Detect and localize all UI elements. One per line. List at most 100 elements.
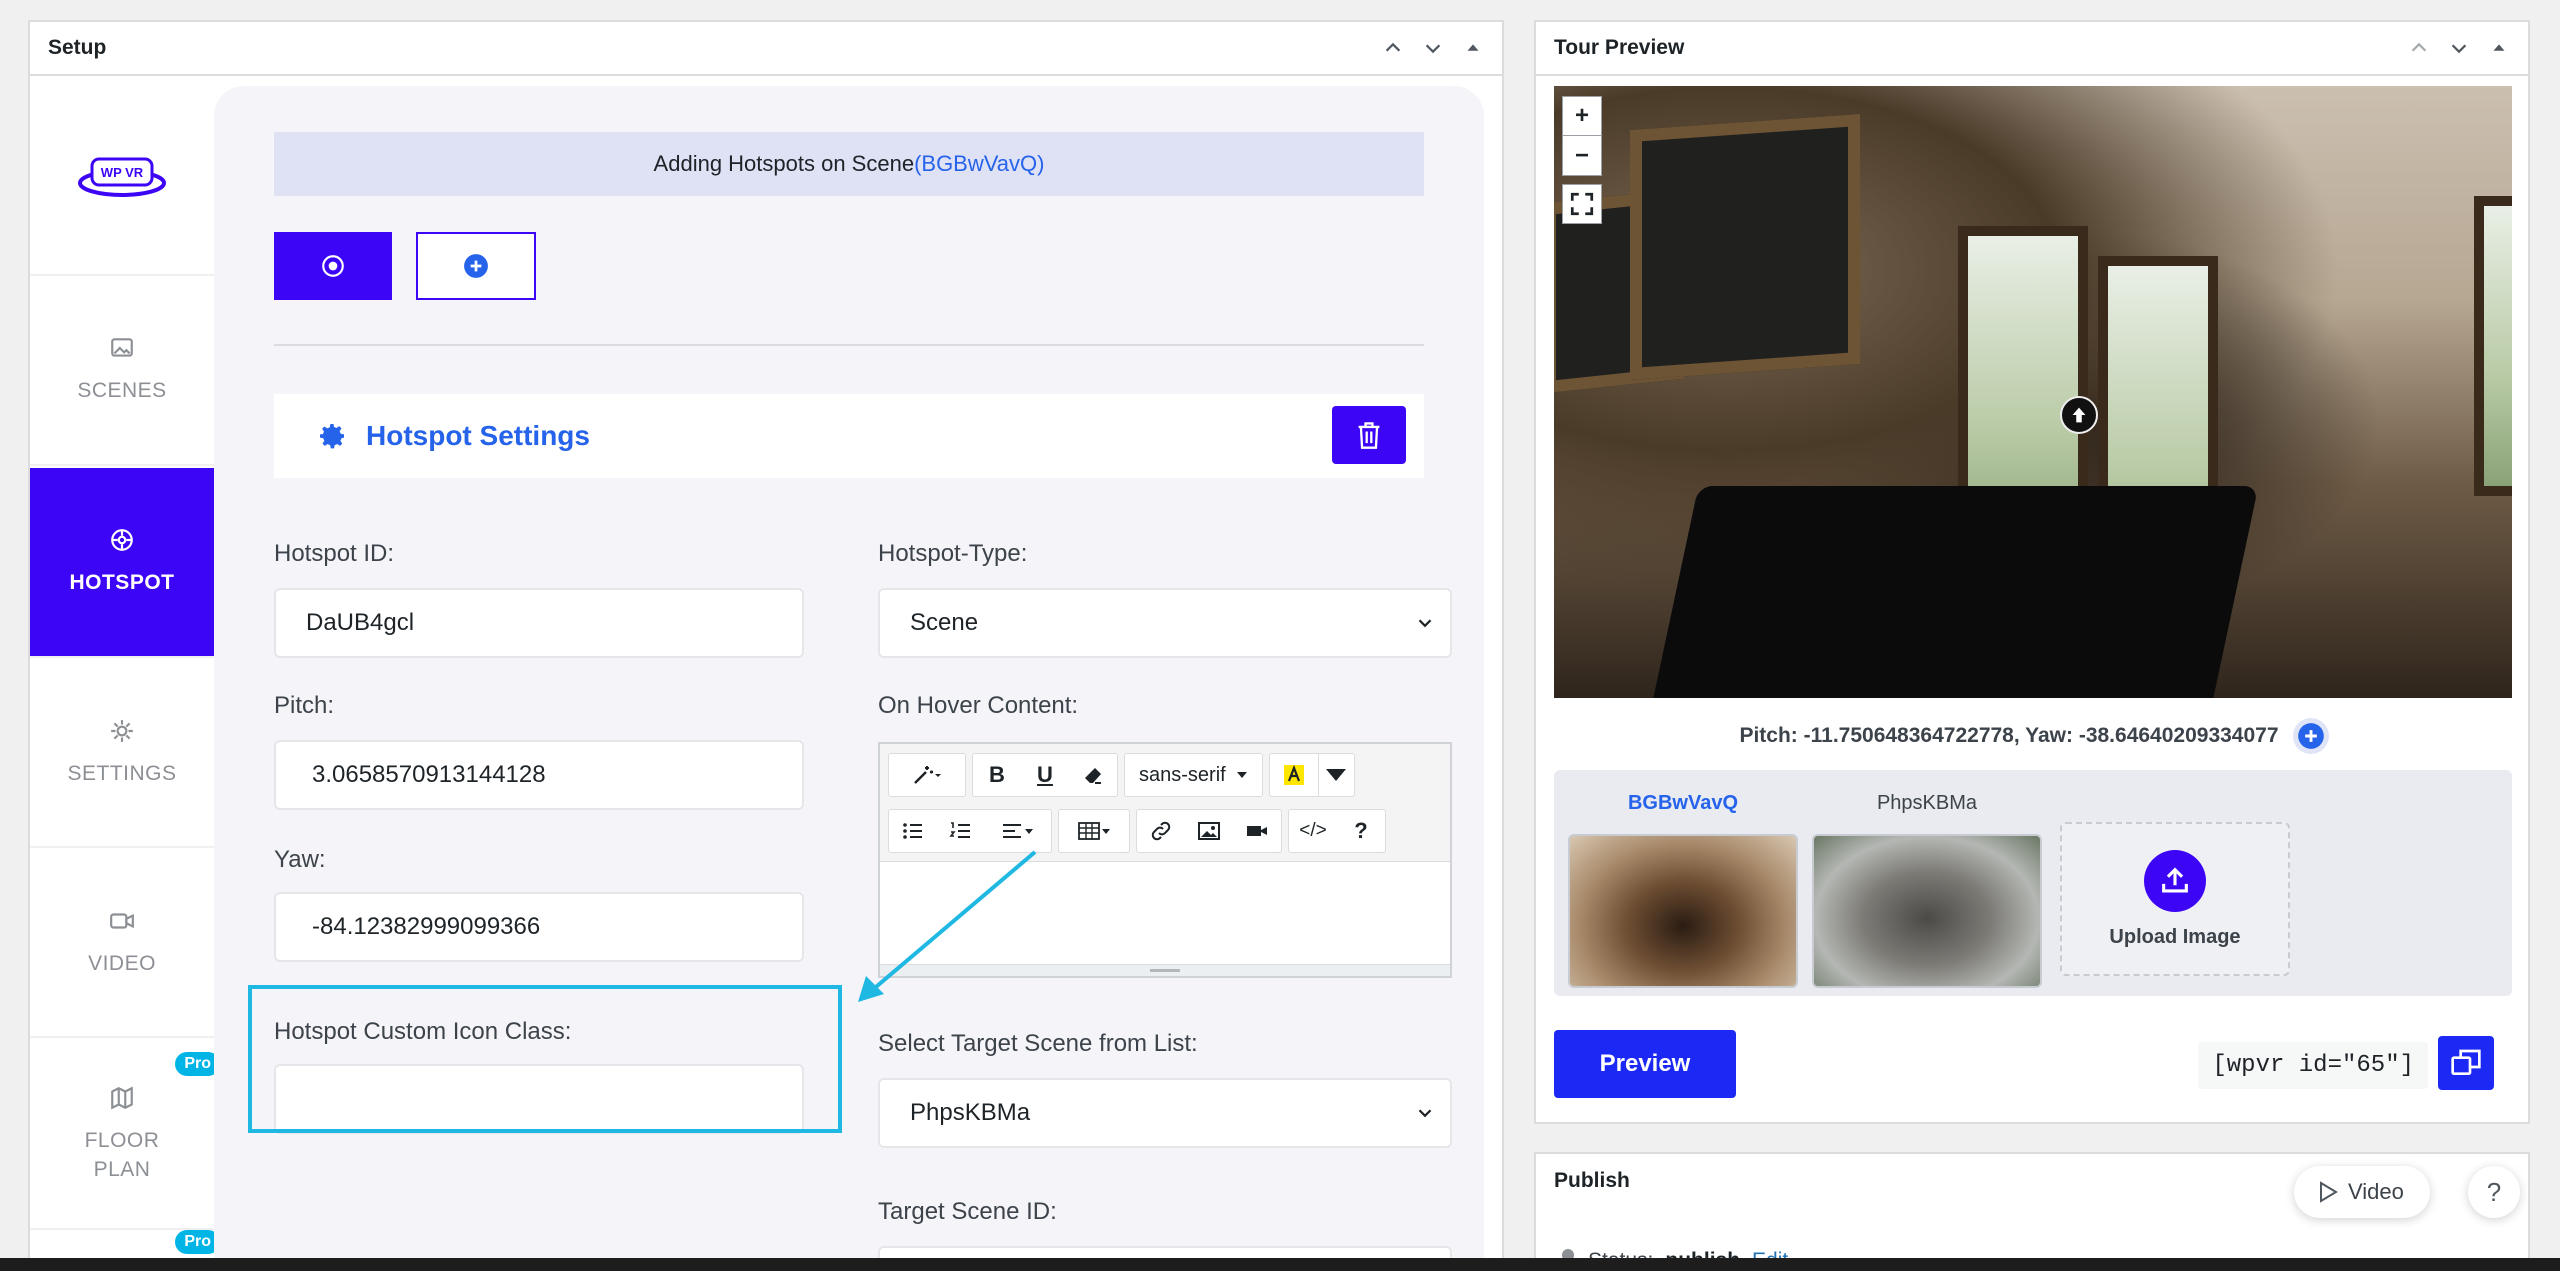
piano-shape: [1649, 486, 2259, 698]
magic-style-icon[interactable]: [889, 754, 965, 796]
code-view-button[interactable]: </>: [1289, 810, 1337, 852]
hotspot-type-value: Scene: [910, 609, 979, 636]
upload-image-card[interactable]: Upload Image: [2060, 822, 2290, 976]
hotspot-type-select[interactable]: Scene: [878, 588, 1452, 658]
copy-icon: [2451, 1049, 2481, 1075]
sidebar-item-label: VIDEO: [88, 952, 156, 975]
hotspot-type-label: Hotspot-Type:: [878, 540, 1028, 567]
scene-thumb-name: BGBwVavQ: [1627, 792, 1739, 814]
fullscreen-icon[interactable]: [1562, 184, 1602, 224]
pitch-label: Pitch:: [274, 692, 335, 719]
insert-video-icon[interactable]: [1233, 810, 1281, 852]
eraser-icon[interactable]: [1069, 754, 1117, 796]
move-down-icon[interactable]: [2446, 35, 2472, 61]
yaw-input[interactable]: -84.12382999099366: [274, 892, 804, 962]
sidebar-item-settings[interactable]: SETTINGS: [30, 660, 214, 848]
move-down-icon[interactable]: [1420, 35, 1446, 61]
section-divider: [274, 344, 1424, 346]
bold-button[interactable]: B: [973, 754, 1021, 796]
tour-preview-panel: Tour Preview + − Pitch: -11.750648364722…: [1534, 20, 2530, 1124]
setup-sidebar: WP VR SCENES HOTSPOT SETTINGS VIDEO Pro …: [30, 78, 220, 1271]
sidebar-item-label: HOTSPOT: [69, 571, 175, 594]
collapse-toggle-icon[interactable]: [2486, 35, 2512, 61]
scene-banner: Adding Hotspots on Scene (BGBwVavQ): [274, 132, 1424, 196]
hotspot-settings-title: Hotspot Settings: [366, 420, 590, 451]
scene-thumb[interactable]: BGBwVavQ: [1568, 792, 1798, 988]
move-up-icon[interactable]: [2406, 35, 2432, 61]
sidebar-item-label: SETTINGS: [67, 762, 177, 785]
wpvr-logo: WP VR: [30, 78, 214, 276]
zoom-in-button[interactable]: +: [1562, 96, 1602, 136]
banner-scene-id: (BGBwVavQ): [914, 151, 1045, 176]
zoom-out-button[interactable]: −: [1562, 136, 1602, 176]
video-help-button[interactable]: Video: [2294, 1166, 2430, 1218]
underline-button[interactable]: U: [1021, 754, 1069, 796]
help-button[interactable]: ?: [2468, 1166, 2520, 1218]
setup-panel: Setup WP VR SCENES HOTSPOT SETTINGS VIDE…: [28, 20, 1504, 1271]
plus-circle-icon: [464, 254, 488, 278]
coordinates-readout: Pitch: -11.750648364722778, Yaw: -38.646…: [1536, 718, 2532, 754]
scene-thumb[interactable]: PhpsKBMa: [1812, 792, 2042, 988]
play-icon: [2320, 1181, 2338, 1203]
hotspot-mode-button[interactable]: [274, 232, 392, 300]
add-hotspot-button[interactable]: [416, 232, 536, 300]
font-family-value: sans-serif: [1139, 763, 1226, 786]
setup-panel-title: Setup: [48, 36, 107, 59]
scene-gallery: BGBwVavQ PhpsKBMa Upload Image: [1554, 770, 2512, 996]
link-icon[interactable]: [1137, 810, 1185, 852]
annotation-arrow-icon: [858, 850, 1037, 1002]
video-help-label: Video: [2348, 1179, 2404, 1204]
publish-title: Publish: [1554, 1169, 1630, 1192]
upload-icon: [2144, 849, 2206, 912]
text-color-icon[interactable]: [1270, 754, 1318, 796]
color-dropdown-icon[interactable]: [1317, 754, 1354, 796]
hotspot-id-input[interactable]: DaUB4gcl: [274, 588, 804, 658]
scene-hotspot-icon[interactable]: [2060, 396, 2098, 434]
coordinates-text: Pitch: -11.750648364722778, Yaw: -38.646…: [1739, 724, 2279, 747]
scene-thumbnail-image: [1568, 834, 1798, 988]
wpvr-logo-icon: WP VR: [78, 157, 166, 197]
bottom-bar: [0, 1258, 2560, 1271]
preview-button[interactable]: Preview: [1554, 1030, 1736, 1098]
move-up-icon[interactable]: [1380, 35, 1406, 61]
highlight-box: [248, 985, 842, 1133]
sidebar-item-hotspot[interactable]: HOTSPOT: [30, 468, 214, 658]
target-scene-id-label: Target Scene ID:: [878, 1198, 1057, 1225]
window-far: [2474, 196, 2512, 496]
upload-image-label: Upload Image: [2109, 925, 2241, 948]
panorama-viewer[interactable]: + −: [1554, 86, 2512, 698]
scene-thumb-name: PhpsKBMa: [1876, 792, 1978, 814]
delete-hotspot-button[interactable]: [1332, 406, 1406, 464]
tour-preview-controls: [2406, 35, 2512, 61]
image-icon: [109, 335, 135, 366]
sidebar-item-floor-plan[interactable]: Pro FLOOR PLAN: [30, 1040, 220, 1230]
target-scene-select[interactable]: PhpsKBMa: [878, 1078, 1452, 1148]
shortcode-text[interactable]: [wpvr id="65"]: [2198, 1042, 2428, 1089]
chevron-down-icon: [1418, 619, 1432, 628]
insert-image-icon[interactable]: [1185, 810, 1233, 852]
sidebar-item-label: SCENES: [77, 379, 167, 402]
tour-preview-title: Tour Preview: [1554, 36, 1685, 59]
target-icon: [322, 255, 344, 277]
video-icon: [109, 908, 135, 939]
editor-help-button[interactable]: ?: [1337, 810, 1385, 852]
setup-panel-controls: [1380, 35, 1486, 61]
on-hover-label: On Hover Content:: [878, 692, 1079, 719]
caret-down-icon: [1236, 772, 1247, 778]
sidebar-item-scenes[interactable]: SCENES: [30, 276, 214, 466]
hotspot-settings-card: Hotspot Settings: [274, 394, 1424, 478]
font-family-select[interactable]: sans-serif: [1124, 753, 1263, 797]
pitch-input[interactable]: 3.0658570913144128: [274, 740, 804, 810]
collapse-toggle-icon[interactable]: [1460, 35, 1486, 61]
sidebar-item-label: FLOOR PLAN: [84, 1128, 160, 1181]
copy-shortcode-button[interactable]: [2438, 1036, 2494, 1090]
map-controls: + −: [1562, 96, 1604, 224]
target-scene-value: PhpsKBMa: [910, 1099, 1031, 1126]
banner-prefix: Adding Hotspots on Scene: [653, 151, 915, 176]
hotspot-id-label: Hotspot ID:: [274, 540, 395, 567]
sidebar-item-video[interactable]: VIDEO: [30, 850, 214, 1038]
table-icon[interactable]: [1059, 810, 1129, 852]
gear-icon: [320, 424, 344, 449]
logo-text: WP VR: [101, 165, 144, 180]
add-hotspot-at-position-icon[interactable]: [2292, 718, 2329, 754]
